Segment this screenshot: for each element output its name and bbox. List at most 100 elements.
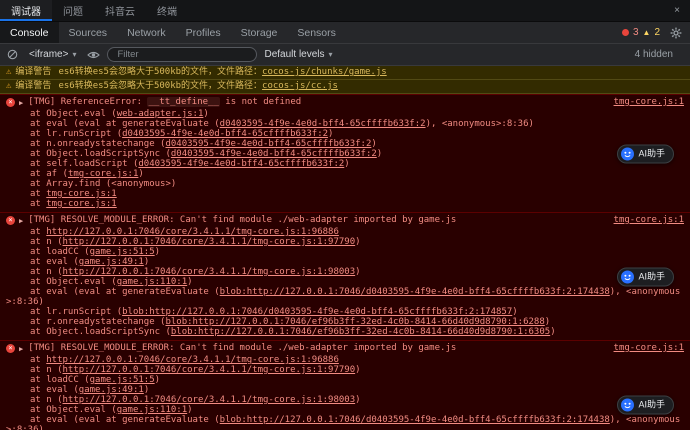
- stack-frame-link[interactable]: game.js:51:5: [90, 375, 155, 385]
- warning-count[interactable]: 2: [654, 27, 660, 38]
- stack-frame-text: at Object.eval (: [30, 277, 117, 287]
- stack-frame-text: ): [355, 365, 360, 375]
- ai-assistant-label: AI助手: [638, 400, 665, 410]
- error-source-link[interactable]: tmg-core.js:1: [614, 215, 684, 226]
- warning-file-link[interactable]: cocos-js/chunks/game.js: [262, 67, 387, 77]
- tab-profiles[interactable]: Profiles: [176, 22, 231, 43]
- stack-frame-text: at n (: [30, 267, 63, 277]
- stack-frame-text: ), <anonymous>:8:36): [426, 119, 534, 129]
- stack-frame-text: at Array.find (<anonymous>): [30, 179, 176, 189]
- close-icon[interactable]: ×: [664, 0, 690, 21]
- tab-console[interactable]: Console: [0, 22, 59, 43]
- stack-frame: at n (http://127.0.0.1:7046/core/3.4.1.1…: [6, 365, 684, 375]
- stack-frame-link[interactable]: game.js:49:1: [79, 385, 144, 395]
- stack-frame-text: at: [30, 227, 46, 237]
- stack-frame-text: at lr.runScript (: [30, 129, 122, 139]
- stack-frame-link[interactable]: tmg-core.js:1: [46, 189, 116, 199]
- expand-caret-icon[interactable]: ▶: [19, 216, 23, 227]
- stack-frame-link[interactable]: http://127.0.0.1:7046/core/3.4.1.1/tmg-c…: [63, 395, 356, 405]
- stack-frame-link[interactable]: blob:http://127.0.0.1:7046/d0403595-4f9e…: [220, 287, 610, 297]
- stack-frame-link[interactable]: blob:http://127.0.0.1:7046/ef96b3ff-32ed…: [165, 317, 544, 327]
- error-message-row[interactable]: ×▶[TMG] ReferenceError: __tt_define__ is…: [6, 97, 684, 109]
- ai-assistant-button[interactable]: AI助手: [617, 144, 674, 163]
- stack-frame: at lr.runScript (blob:http://127.0.0.1:7…: [6, 307, 684, 317]
- warning-text: es6转换es5会忽略大于500kb的文件，文件路径：: [58, 67, 262, 77]
- stack-frame-text: at eval (: [30, 257, 79, 267]
- console-warning-row[interactable]: ⚠编译警告es6转换es5会忽略大于500kb的文件，文件路径：cocos-js…: [0, 66, 690, 80]
- tab-storage[interactable]: Storage: [231, 22, 288, 43]
- error-message-row[interactable]: ×▶[TMG] RESOLVE_MODULE_ERROR: Can't find…: [6, 343, 684, 355]
- stack-frame: at Object.eval (game.js:110:1): [6, 405, 684, 415]
- stack-frame: at n (http://127.0.0.1:7046/core/3.4.1.1…: [6, 395, 684, 405]
- warning-text: es6转换es5会忽略大于500kb的文件，文件路径：: [58, 81, 262, 91]
- console-toolbar: <iframe> ▾ Default levels ▾ 4 hidden: [0, 44, 690, 66]
- warning-icon: ⚠: [6, 81, 11, 91]
- error-badge-icon[interactable]: [622, 29, 629, 36]
- stack-frame-link[interactable]: blob:http://127.0.0.1:7046/ef96b3ff-32ed…: [171, 327, 550, 337]
- stack-frame-link[interactable]: d0403595-4f9e-4e0d-bff4-65cffffb633f:2: [171, 149, 377, 159]
- stack-frame-text: ): [144, 257, 149, 267]
- stack-frame-link[interactable]: d0403595-4f9e-4e0d-bff4-65cffffb633f:2: [220, 119, 426, 129]
- console-error-group: ×▶[TMG] ReferenceError: __tt_define__ is…: [0, 94, 690, 212]
- stack-frame: at loadCC (game.js:51:5): [6, 247, 684, 257]
- stack-frame-text: at: [30, 199, 46, 209]
- devtools-tab-bar: Console Sources Network Profiles Storage…: [0, 22, 690, 44]
- stack-frame: at r.onreadystatechange (blob:http://127…: [6, 317, 684, 327]
- error-source-link[interactable]: tmg-core.js:1: [614, 343, 684, 354]
- stack-frame-link[interactable]: web-adapter.js:1: [117, 109, 204, 119]
- stack-frame-link[interactable]: d0403595-4f9e-4e0d-bff4-65cffffb633f:2: [165, 139, 371, 149]
- stack-frame-link[interactable]: http://127.0.0.1:7046/core/3.4.1.1/tmg-c…: [63, 267, 356, 277]
- console-warning-row[interactable]: ⚠ 编译警告 es6转换es5会忽略大于500kb的文件，文件路径：cocos-js…: [0, 80, 690, 94]
- stack-frame-text: ): [203, 109, 208, 119]
- expand-caret-icon[interactable]: ▶: [19, 98, 23, 109]
- expand-caret-icon[interactable]: ▶: [19, 344, 23, 355]
- log-levels-dropdown[interactable]: Default levels ▾: [264, 49, 332, 60]
- stack-frame-link[interactable]: http://127.0.0.1:7046/core/3.4.1.1/tmg-c…: [63, 237, 356, 247]
- clear-console-icon[interactable]: [7, 49, 18, 60]
- warning-badge-icon[interactable]: ▲: [643, 28, 651, 37]
- stack-frame-link[interactable]: d0403595-4f9e-4e0d-bff4-65cffffb633f:2: [138, 159, 344, 169]
- eye-icon[interactable]: [87, 50, 100, 60]
- tab-sensors[interactable]: Sensors: [287, 22, 346, 43]
- ai-assistant-label: AI助手: [638, 272, 665, 282]
- warning-file-link[interactable]: cocos-js/cc.js: [262, 81, 338, 91]
- filter-input[interactable]: [107, 47, 257, 62]
- stack-frame-link[interactable]: blob:http://127.0.0.1:7046/d0403595-4f9e…: [220, 415, 610, 425]
- app-tab-debugger[interactable]: 调试器: [0, 0, 52, 21]
- error-message-row[interactable]: ×▶[TMG] RESOLVE_MODULE_ERROR: Can't find…: [6, 215, 684, 227]
- stack-frame-link[interactable]: game.js:51:5: [90, 247, 155, 257]
- gear-icon[interactable]: [670, 27, 682, 39]
- stack-frame-text: at eval (: [30, 385, 79, 395]
- ai-assistant-button[interactable]: AI助手: [617, 267, 674, 286]
- stack-frame-link[interactable]: http://127.0.0.1:7046/core/3.4.1.1/tmg-c…: [46, 355, 339, 365]
- ai-assistant-icon: [621, 270, 634, 283]
- app-tab-terminal[interactable]: 终端: [146, 0, 188, 21]
- app-tab-problems[interactable]: 问题: [52, 0, 94, 21]
- context-selector[interactable]: <iframe> ▾: [25, 48, 80, 61]
- stack-frame-link[interactable]: d0403595-4f9e-4e0d-bff4-65cffffb633f:2: [122, 129, 328, 139]
- stack-frame-link[interactable]: game.js:49:1: [79, 257, 144, 267]
- stack-frame-text: ): [355, 267, 360, 277]
- error-count[interactable]: 3: [633, 27, 639, 38]
- stack-frame-link[interactable]: game.js:110:1: [117, 405, 187, 415]
- stack-frame-link[interactable]: http://127.0.0.1:7046/core/3.4.1.1/tmg-c…: [63, 365, 356, 375]
- stack-frame-link[interactable]: game.js:110:1: [117, 277, 187, 287]
- app-tab-douyin-cloud[interactable]: 抖音云: [94, 0, 146, 21]
- stack-frame-link[interactable]: blob:http://127.0.0.1:7046/d0403595-4f9e…: [122, 307, 512, 317]
- tab-sources[interactable]: Sources: [59, 22, 118, 43]
- stack-frame-text: ): [550, 327, 555, 337]
- stack-frame-text: ): [377, 149, 382, 159]
- stack-frame-link[interactable]: http://127.0.0.1:7046/core/3.4.1.1/tmg-c…: [46, 227, 339, 237]
- tab-network[interactable]: Network: [117, 22, 176, 43]
- stack-frame-link[interactable]: tmg-core.js:1: [46, 199, 116, 209]
- stack-frame: at tmg-core.js:1: [6, 189, 684, 199]
- warning-label: 编译警告: [15, 81, 51, 91]
- stack-frame-text: ): [328, 129, 333, 139]
- stack-frame-text: ): [512, 307, 517, 317]
- warning-icon: ⚠: [6, 67, 11, 77]
- stack-frame-text: ): [138, 169, 143, 179]
- ai-assistant-button[interactable]: AI助手: [617, 395, 674, 414]
- stack-frame-link[interactable]: tmg-core.js:1: [68, 169, 138, 179]
- hidden-messages-count[interactable]: 4 hidden: [635, 49, 683, 60]
- error-source-link[interactable]: tmg-core.js:1: [614, 97, 684, 108]
